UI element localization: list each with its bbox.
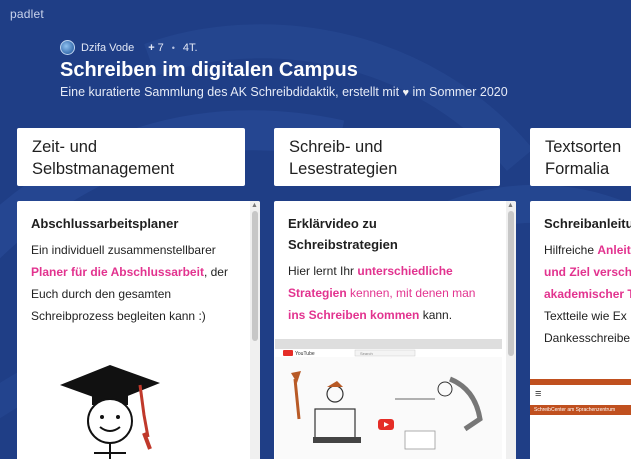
column-header-line: Textsorten bbox=[545, 138, 622, 156]
post-text: Hilfreiche bbox=[544, 243, 598, 257]
post-link[interactable]: akademischer T bbox=[544, 283, 631, 305]
scrollbar[interactable]: ▲ bbox=[506, 201, 516, 459]
column-header-line: Schreib- und bbox=[289, 138, 383, 156]
post-body: Ein individuell zusammenstellbarer Plane… bbox=[17, 234, 260, 327]
post-link[interactable]: unterschiedliche bbox=[357, 264, 452, 278]
post-link[interactable]: ins Schreiben kommen bbox=[288, 308, 419, 322]
post-text: Textteile wie Ex bbox=[544, 309, 627, 323]
column-header-line: Lesestrategien bbox=[289, 160, 398, 178]
post-text: kennen, mit denen man bbox=[346, 286, 476, 300]
post-title-line: Schreibstrategien bbox=[288, 237, 398, 252]
scrollbar-thumb[interactable] bbox=[508, 211, 514, 356]
video-search-text: Search bbox=[360, 351, 373, 356]
column-header-line: Selbstmanagement bbox=[32, 160, 175, 178]
post-title: Abschlussarbeitsplaner bbox=[31, 216, 179, 231]
padlet-logo[interactable]: padlet bbox=[10, 7, 44, 21]
post-title: Erklärvideo zu Schreibstrategien bbox=[274, 201, 516, 255]
preview-banner: SchreibCenter am Sprachenzentrum bbox=[530, 405, 631, 415]
column-header-zeit[interactable]: Zeit- und Selbstmanagement bbox=[17, 128, 245, 186]
post-text: Hier lernt Ihr bbox=[288, 264, 358, 278]
scrollbar-thumb[interactable] bbox=[252, 211, 258, 341]
post-link[interactable]: Anleit bbox=[597, 243, 630, 257]
website-preview-thumbnail[interactable]: ≡ SchreibCenter am Sprachenzentrum bbox=[530, 379, 631, 459]
plus-icon: + bbox=[148, 41, 155, 54]
scrollbar[interactable]: ▲ bbox=[250, 201, 260, 459]
column-header-line: Formalia bbox=[545, 160, 610, 178]
post-link[interactable]: Strategien bbox=[288, 286, 347, 300]
post-text: kann. bbox=[419, 308, 453, 322]
post-text: , der bbox=[203, 265, 228, 279]
post-title: Schreibanleitu bbox=[544, 216, 631, 231]
contributor-count: 7 bbox=[157, 41, 164, 54]
video-frame-image: YouTube Search bbox=[275, 339, 502, 450]
author-name[interactable]: Dzifa Vode bbox=[81, 42, 134, 54]
subtitle-text: Eine kuratierte Sammlung des AK Schreibd… bbox=[60, 85, 403, 99]
graduate-drawing-image bbox=[60, 365, 160, 459]
page-title: Schreiben im digitalen Campus bbox=[60, 59, 358, 81]
separator-dot: • bbox=[171, 42, 175, 53]
post-link[interactable]: und Ziel versch bbox=[544, 261, 631, 283]
page-subtitle: Eine kuratierte Sammlung des AK Schreibd… bbox=[60, 85, 508, 99]
video-thumbnail[interactable]: YouTube Search bbox=[275, 339, 502, 459]
post-body: Hilfreiche Anleit und Ziel versch akadem… bbox=[530, 234, 631, 349]
column-header-textsorten[interactable]: Textsorten Formalia bbox=[530, 128, 631, 186]
padlet-meta: Dzifa Vode + 7 • 4T. bbox=[60, 40, 198, 55]
post-text: Ein individuell zusammenstellbarer bbox=[31, 243, 216, 257]
post-text: Dankesschreibe bbox=[544, 331, 631, 345]
menu-icon: ≡ bbox=[530, 385, 631, 405]
post-link[interactable]: Planer für die Abschlussarbeit bbox=[31, 265, 204, 279]
column-header-line: Zeit- und bbox=[32, 138, 98, 156]
scroll-up-arrow-icon[interactable]: ▲ bbox=[507, 202, 514, 209]
avatar[interactable] bbox=[60, 40, 75, 55]
post-title-line: Erklärvideo zu bbox=[288, 216, 377, 231]
post-body: Hier lernt Ihr unterschiedliche Strategi… bbox=[274, 255, 516, 326]
post-text: Schreibprozess begleiten kann :) bbox=[31, 309, 206, 323]
column-header-schreib[interactable]: Schreib- und Lesestrategien bbox=[274, 128, 500, 186]
scroll-up-arrow-icon[interactable]: ▲ bbox=[251, 202, 258, 209]
post-text: Euch durch den gesamten bbox=[31, 287, 172, 301]
age-label: 4T. bbox=[182, 41, 198, 54]
subtitle-text-end: im Sommer 2020 bbox=[409, 85, 508, 99]
youtube-logo: YouTube bbox=[295, 351, 315, 357]
